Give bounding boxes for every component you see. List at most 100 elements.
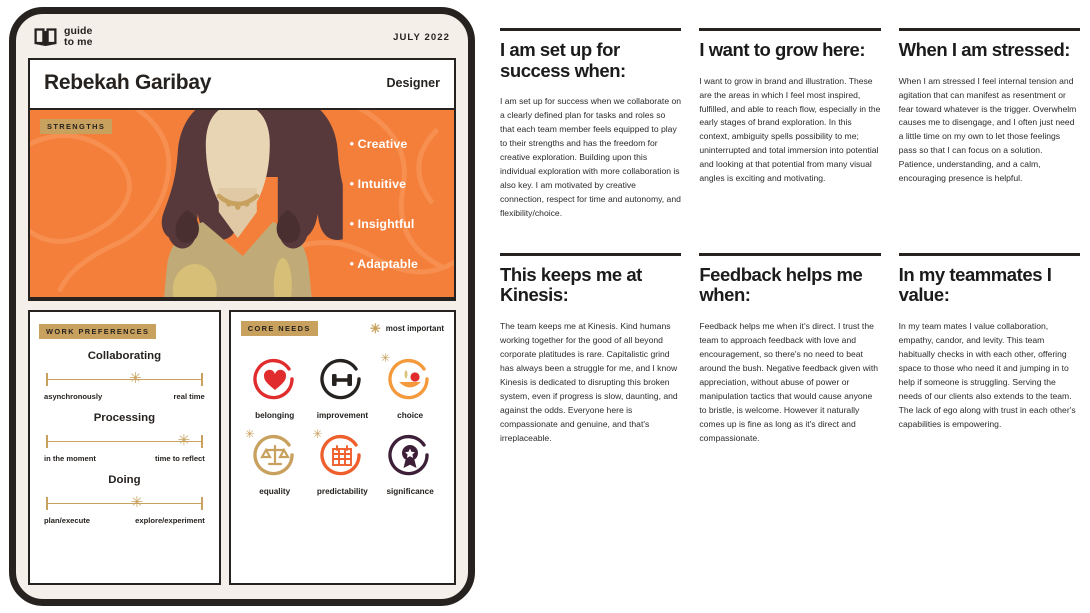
device-header: guide to me JULY 2022 [28, 24, 456, 58]
slider-cap-left [46, 434, 48, 448]
slider-label-left: in the moment [44, 453, 96, 463]
brand-logo: guide to me [34, 25, 93, 49]
section-body: I am set up for success when we collabor… [500, 96, 682, 218]
section-rule [898, 28, 1080, 31]
heart-icon [253, 358, 294, 399]
slider-end-labels: plan/execute explore/experiment [44, 516, 205, 525]
section-title: When I am stressed: [898, 39, 1071, 60]
section-body: I want to grow in brand and illustration… [699, 75, 881, 184]
preference-collaborating: Collaborating ✳ asynchronously real time [39, 350, 210, 401]
core-need-label: choice [397, 410, 424, 420]
preference-title: Processing [93, 411, 156, 424]
work-preferences-panel: WORK PREFERENCES Collaborating ✳ asynchr… [28, 309, 221, 585]
strength-item: Creative [350, 137, 418, 151]
issue-date: JULY 2022 [393, 31, 450, 43]
slider-label-right: explore/experiment [135, 515, 205, 525]
preference-slider[interactable]: ✳ [46, 495, 203, 511]
strength-item: Intuitive [350, 177, 418, 191]
fruit-bowl-icon [388, 358, 429, 399]
preference-slider[interactable]: ✳ [46, 433, 203, 449]
slider-cap-right [201, 496, 203, 510]
core-need-significance[interactable]: significance [376, 434, 444, 496]
section-title: In my teammates I value: [898, 263, 1052, 306]
core-need-label: improvement [316, 410, 369, 420]
section-rule [500, 252, 682, 256]
work-preferences-tag: WORK PREFERENCES [39, 323, 157, 339]
dumbbell-icon [320, 358, 362, 399]
core-need-choice[interactable]: ✳ choice [376, 352, 444, 420]
section-teammates-i-value: In my teammates I value: In my team mate… [898, 252, 1080, 446]
core-need-predictability[interactable]: ✳ predictability [309, 428, 377, 496]
slider-label-right: time to reflect [155, 453, 205, 463]
section-body: Feedback helps me when it's direct. I tr… [699, 321, 879, 443]
star-icon: ✳ [312, 426, 323, 441]
preference-title: Doing [108, 473, 141, 486]
slider-label-left: plan/execute [44, 515, 91, 525]
slider-marker-icon[interactable]: ✳ [178, 433, 191, 448]
core-need-label: belonging [255, 410, 295, 420]
section-title: I am set up for success when: [500, 39, 626, 81]
person-portrait-illustration [161, 109, 343, 297]
core-need-label: significance [386, 486, 434, 496]
sections-grid: I am set up for success when: I am set u… [483, 0, 1090, 613]
scales-icon [253, 434, 294, 475]
award-icon [388, 434, 429, 475]
core-need-equality[interactable]: ✳ equality [241, 428, 309, 496]
name-bar: Rebekah Garibay Designer [30, 59, 454, 110]
person-name: Rebekah Garibay [44, 71, 212, 95]
slider-cap-right [201, 372, 203, 386]
strength-item: Insightful [350, 217, 418, 231]
lower-panels: WORK PREFERENCES Collaborating ✳ asynchr… [28, 301, 456, 585]
slider-label-left: asynchronously [44, 391, 103, 401]
slider-track [46, 378, 203, 381]
tablet-device-region: guide to me JULY 2022 Rebekah Garibay De… [0, 0, 483, 613]
most-important-legend: ✳ most important [370, 322, 444, 335]
slider-cap-left [46, 496, 48, 510]
section-body: The team keeps me at Kinesis. Kind human… [500, 321, 678, 443]
star-icon: ✳ [369, 320, 381, 336]
person-role: Designer [386, 76, 441, 91]
core-need-label: predictability [316, 486, 368, 496]
slider-cap-left [46, 372, 48, 386]
slider-label-right: real time [173, 391, 205, 401]
preference-slider[interactable]: ✳ [46, 371, 203, 387]
section-body: When I am stressed I feel internal tensi… [898, 75, 1077, 184]
slider-marker-icon[interactable]: ✳ [129, 371, 142, 386]
tablet-device-frame: guide to me JULY 2022 Rebekah Garibay De… [9, 7, 475, 606]
slider-track [46, 502, 203, 505]
section-title: Feedback helps me when: [699, 263, 863, 306]
strengths-list: Creative Intuitive Insightful Adaptable [350, 137, 418, 297]
brand-text: guide to me [64, 25, 93, 49]
section-rule [500, 28, 682, 31]
section-title: This keeps me at Kinesis: [500, 263, 642, 306]
core-needs-tag: CORE NEEDS [240, 320, 318, 336]
guide-to-me-profile-page: guide to me JULY 2022 Rebekah Garibay De… [0, 0, 1090, 613]
slider-end-labels: in the moment time to reflect [44, 454, 205, 463]
star-icon: ✳ [380, 350, 391, 365]
legend-label: most important [385, 323, 444, 333]
slider-cap-right [201, 434, 203, 448]
section-when-stressed: When I am stressed: When I am stressed I… [898, 28, 1080, 221]
core-needs-header: CORE NEEDS ✳ most important [240, 320, 444, 336]
section-set-up-for-success: I am set up for success when: I am set u… [500, 28, 682, 221]
star-icon: ✳ [244, 426, 255, 441]
strengths-panel: STRENGTHS Creative Intuitive Insightful … [30, 109, 454, 299]
open-book-icon [34, 28, 57, 46]
section-rule [699, 252, 881, 256]
preference-doing: Doing ✳ plan/execute explore/experiment [39, 474, 210, 525]
core-needs-panel: CORE NEEDS ✳ most important belonging im… [228, 309, 456, 585]
core-need-belonging[interactable]: belonging [241, 358, 309, 420]
slider-marker-icon[interactable]: ✳ [131, 495, 144, 510]
brand-line-2: to me [64, 36, 93, 49]
section-keeps-me-at-kinesis: This keeps me at Kinesis: The team keeps… [500, 252, 682, 446]
core-need-improvement[interactable]: improvement [309, 358, 377, 420]
profile-card: Rebekah Garibay Designer STRENGTHS • Cre… [28, 57, 456, 301]
strengths-tag: STRENGTHS [40, 118, 113, 134]
preference-title: Collaborating [87, 349, 162, 362]
section-grow-here: I want to grow here: I want to grow in b… [699, 28, 881, 221]
core-need-label: equality [259, 486, 291, 496]
strength-item: Adaptable [350, 257, 418, 271]
core-needs-grid: belonging improvement ✳ choice ✳ equalit… [241, 352, 444, 496]
section-feedback: Feedback helps me when: Feedback helps m… [699, 252, 881, 446]
slider-end-labels: asynchronously real time [44, 392, 205, 401]
